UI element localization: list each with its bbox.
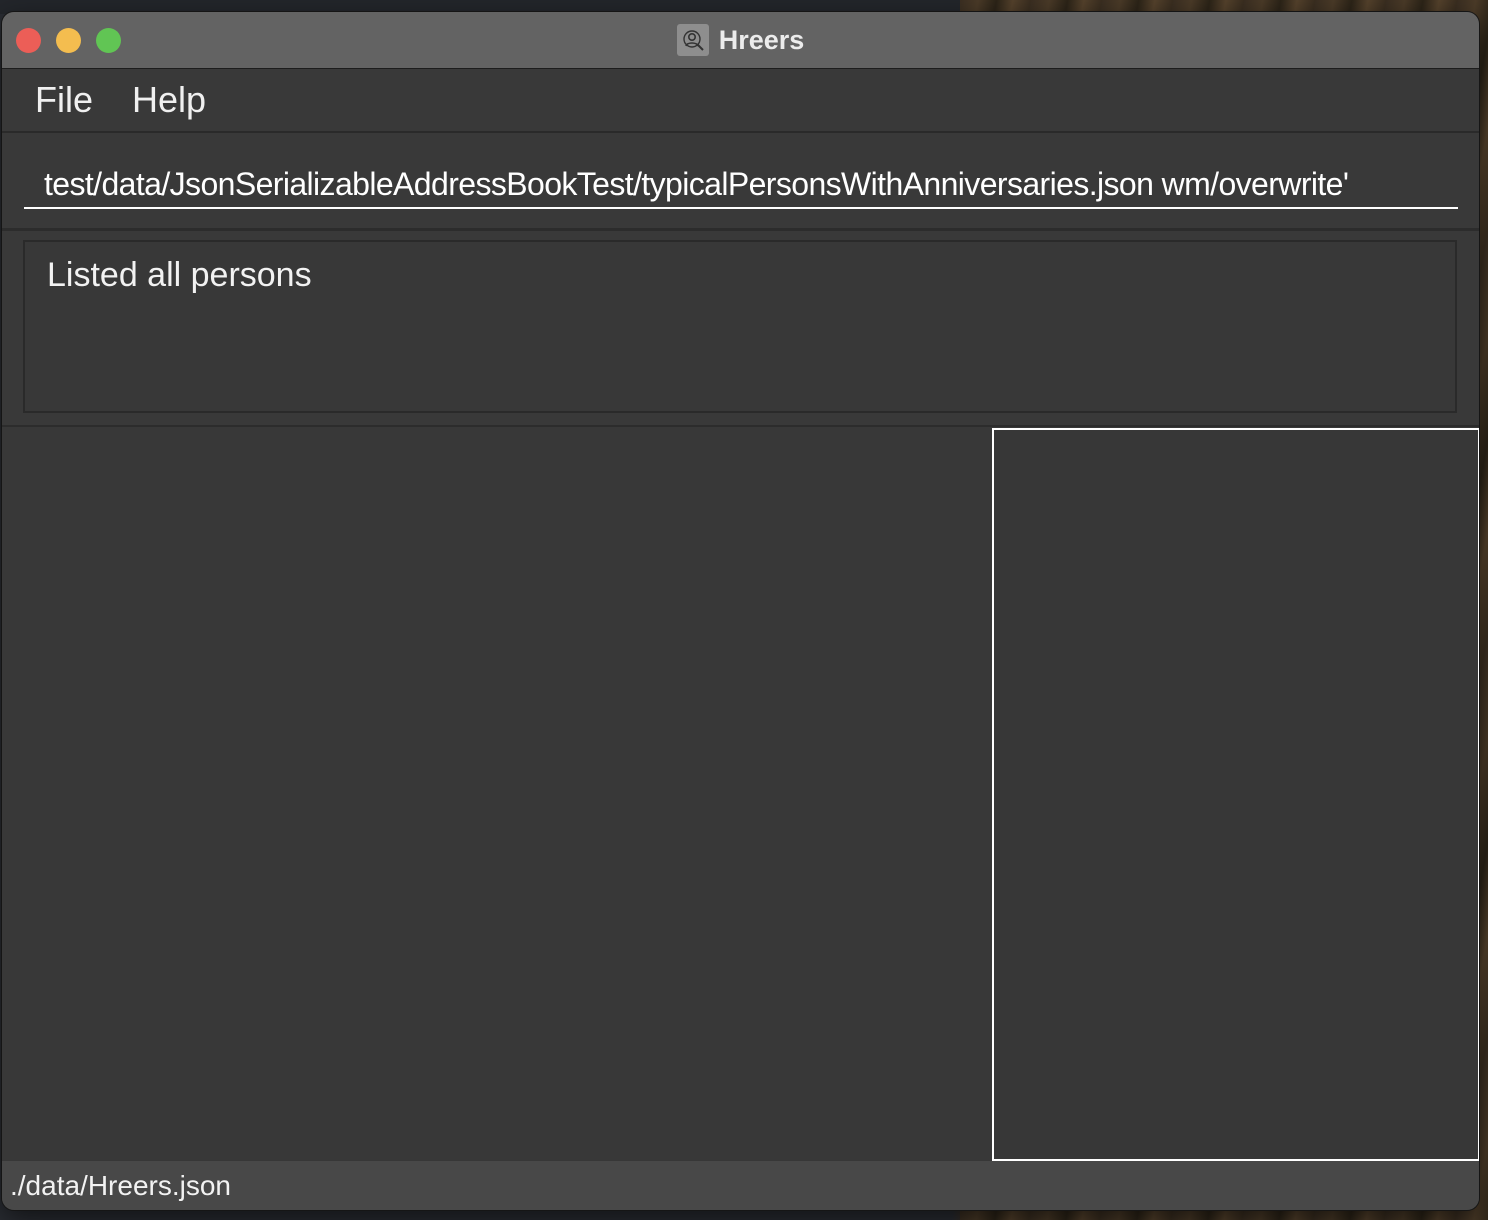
command-input[interactable]	[24, 161, 1458, 209]
result-display-area: Listed all persons	[2, 231, 1479, 427]
menu-bar: File Help	[2, 69, 1479, 133]
result-display[interactable]: Listed all persons	[23, 240, 1457, 413]
app-window: Hreers File Help Listed all persons ./da…	[2, 12, 1479, 1210]
person-detail-panel[interactable]	[992, 428, 1479, 1161]
save-location-text: ./data/Hreers.json	[10, 1169, 231, 1201]
person-search-icon	[676, 24, 709, 56]
command-box-area	[2, 133, 1479, 231]
menu-file[interactable]: File	[35, 79, 93, 121]
window-title: Hreers	[718, 24, 805, 55]
title-group: Hreers	[2, 12, 1479, 68]
main-content	[2, 427, 1479, 1161]
title-bar[interactable]: Hreers	[2, 12, 1479, 69]
person-list-panel[interactable]	[2, 427, 990, 1160]
result-message: Listed all persons	[47, 256, 312, 294]
menu-help[interactable]: Help	[132, 79, 206, 121]
status-bar: ./data/Hreers.json	[2, 1161, 1479, 1210]
